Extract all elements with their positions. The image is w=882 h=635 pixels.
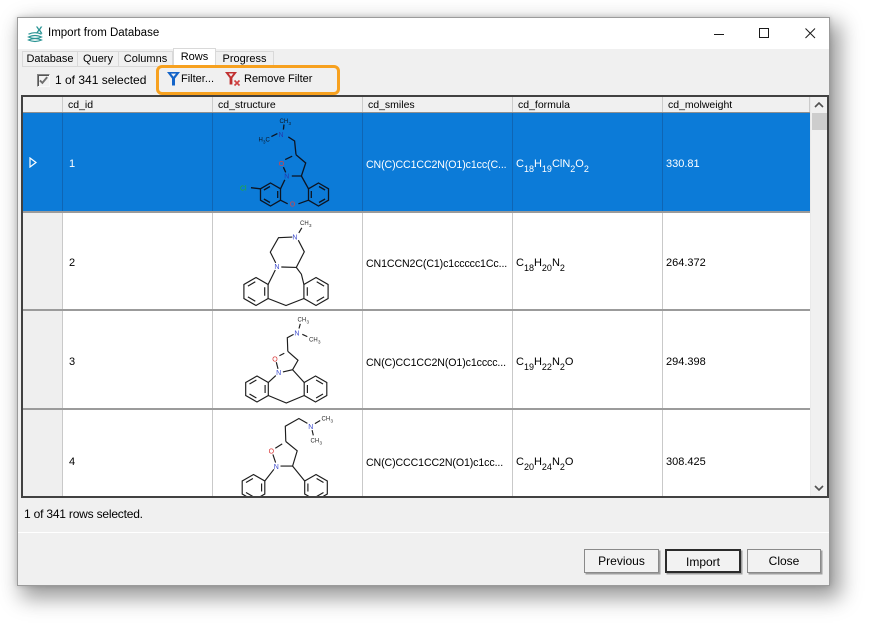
svg-text:N: N	[274, 264, 279, 271]
svg-text:N: N	[308, 424, 313, 431]
svg-text:3: 3	[307, 320, 310, 325]
svg-text:O: O	[290, 202, 296, 209]
svg-text:Cl: Cl	[240, 185, 247, 192]
svg-text:3: 3	[320, 441, 323, 446]
svg-text:N: N	[276, 370, 281, 377]
svg-text:3: 3	[309, 223, 312, 228]
svg-text:X: X	[36, 25, 43, 36]
svg-text:N: N	[294, 330, 299, 337]
svg-text:O: O	[272, 356, 278, 363]
svg-text:CH: CH	[280, 119, 289, 125]
svg-text:3: 3	[289, 121, 292, 126]
svg-text:3: 3	[331, 419, 334, 424]
svg-text:CH: CH	[309, 338, 318, 344]
svg-text:CH: CH	[311, 439, 320, 445]
svg-text:N: N	[284, 174, 289, 181]
svg-text:CH: CH	[300, 221, 309, 227]
svg-text:O: O	[269, 449, 275, 456]
svg-text:CH: CH	[322, 417, 331, 423]
svg-text:O: O	[279, 161, 285, 168]
svg-text:3: 3	[318, 340, 321, 345]
svg-text:CH: CH	[298, 318, 307, 324]
svg-text:N: N	[274, 464, 279, 471]
svg-text:N: N	[292, 235, 297, 242]
svg-text:C: C	[266, 138, 271, 144]
svg-text:N: N	[279, 132, 284, 139]
